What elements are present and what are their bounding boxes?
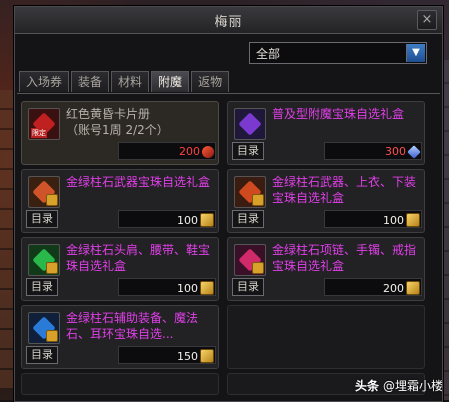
catalog-button[interactable]: 目录	[26, 278, 58, 296]
item-card-2[interactable]: 金绿柱石武器宝珠自选礼盒 目录 100	[21, 169, 219, 233]
card-album-icon: 限定	[28, 108, 60, 140]
item-card-3[interactable]: 金绿柱石武器、上衣、下装宝珠自选礼盒 目录 100	[227, 169, 425, 233]
shop-window: 梅丽 × 全部 ▼ 入场券 装备 材料 附魔 返物 限定 红色黄昏卡片册 （账号…	[14, 6, 443, 402]
tab-equipment[interactable]: 装备	[71, 71, 110, 92]
gold-coin-icon	[406, 213, 420, 227]
catalog-button[interactable]: 目录	[26, 346, 58, 364]
item-price: 100	[383, 213, 420, 227]
item-name: 金绿柱石项链、手镯、戒指宝珠自选礼盒	[272, 243, 417, 273]
catalog-button[interactable]: 目录	[232, 210, 264, 228]
limited-badge: 限定	[31, 128, 47, 138]
item-price: 300	[385, 144, 421, 159]
watermark: 头条 @埋霜小楼	[355, 377, 443, 394]
item-card-1[interactable]: 普及型附魔宝珠自选礼盒 目录 300	[227, 101, 425, 165]
item-card-4[interactable]: 金绿柱石头肩、腰带、鞋宝珠自选礼盒 目录 100	[21, 237, 219, 301]
item-price: 200	[383, 281, 420, 295]
catalog-button[interactable]: 目录	[26, 210, 58, 228]
item-price: 200	[179, 145, 214, 158]
red-coin-icon	[202, 145, 214, 158]
item-name: 金绿柱石头肩、腰带、鞋宝珠自选礼盒	[66, 243, 211, 273]
brick-wall	[0, 90, 14, 390]
watermark-brand: 头条	[354, 379, 379, 393]
empty-slot	[227, 305, 425, 369]
tab-enchant[interactable]: 附魔	[151, 71, 190, 92]
chevron-down-icon[interactable]: ▼	[406, 44, 425, 62]
item-price: 100	[177, 213, 214, 227]
item-name: 普及型附魔宝珠自选礼盒	[272, 107, 405, 121]
item-price: 150	[177, 349, 214, 363]
gem-box-icon	[234, 244, 266, 276]
gem-box-icon	[234, 108, 266, 140]
catalog-button[interactable]: 目录	[232, 278, 264, 296]
item-name: 金绿柱石武器宝珠自选礼盒	[66, 175, 211, 189]
window-title: 梅丽	[214, 14, 243, 30]
category-filter-dropdown[interactable]: 全部 ▼	[249, 42, 427, 64]
title-bar[interactable]: 梅丽 ×	[15, 7, 442, 34]
catalog-button[interactable]: 目录	[232, 142, 264, 160]
gold-coin-icon	[200, 349, 214, 363]
tab-tickets[interactable]: 入场券	[19, 71, 70, 92]
item-name: 金绿柱石武器、上衣、下装宝珠自选礼盒	[272, 175, 417, 205]
gem-box-icon	[28, 312, 60, 344]
gold-coin-icon	[406, 281, 420, 295]
watermark-author: @埋霜小楼	[382, 379, 443, 393]
tab-return[interactable]: 返物	[191, 71, 230, 92]
tab-materials[interactable]: 材料	[111, 71, 150, 92]
item-name: 红色黄昏卡片册 （账号1周 2/2个）	[66, 107, 169, 137]
empty-slot	[21, 373, 219, 395]
tab-divider	[17, 93, 440, 94]
item-card-0[interactable]: 限定 红色黄昏卡片册 （账号1周 2/2个） 200	[21, 101, 219, 165]
item-name: 金绿柱石辅助装备、魔法石、耳环宝珠自选...	[66, 311, 199, 341]
close-button[interactable]: ×	[417, 10, 437, 30]
gem-box-icon	[28, 176, 60, 208]
blue-crystal-icon	[407, 144, 421, 159]
item-price: 100	[177, 281, 214, 295]
gold-coin-icon	[200, 213, 214, 227]
item-card-6[interactable]: 金绿柱石辅助装备、魔法石、耳环宝珠自选... 目录 150	[21, 305, 219, 369]
dropdown-value: 全部	[256, 47, 281, 61]
gem-box-icon	[234, 176, 266, 208]
tab-bar: 入场券 装备 材料 附魔 返物	[19, 71, 230, 93]
gold-coin-icon	[200, 281, 214, 295]
gem-box-icon	[28, 244, 60, 276]
item-card-5[interactable]: 金绿柱石项链、手镯、戒指宝珠自选礼盒 目录 200	[227, 237, 425, 301]
